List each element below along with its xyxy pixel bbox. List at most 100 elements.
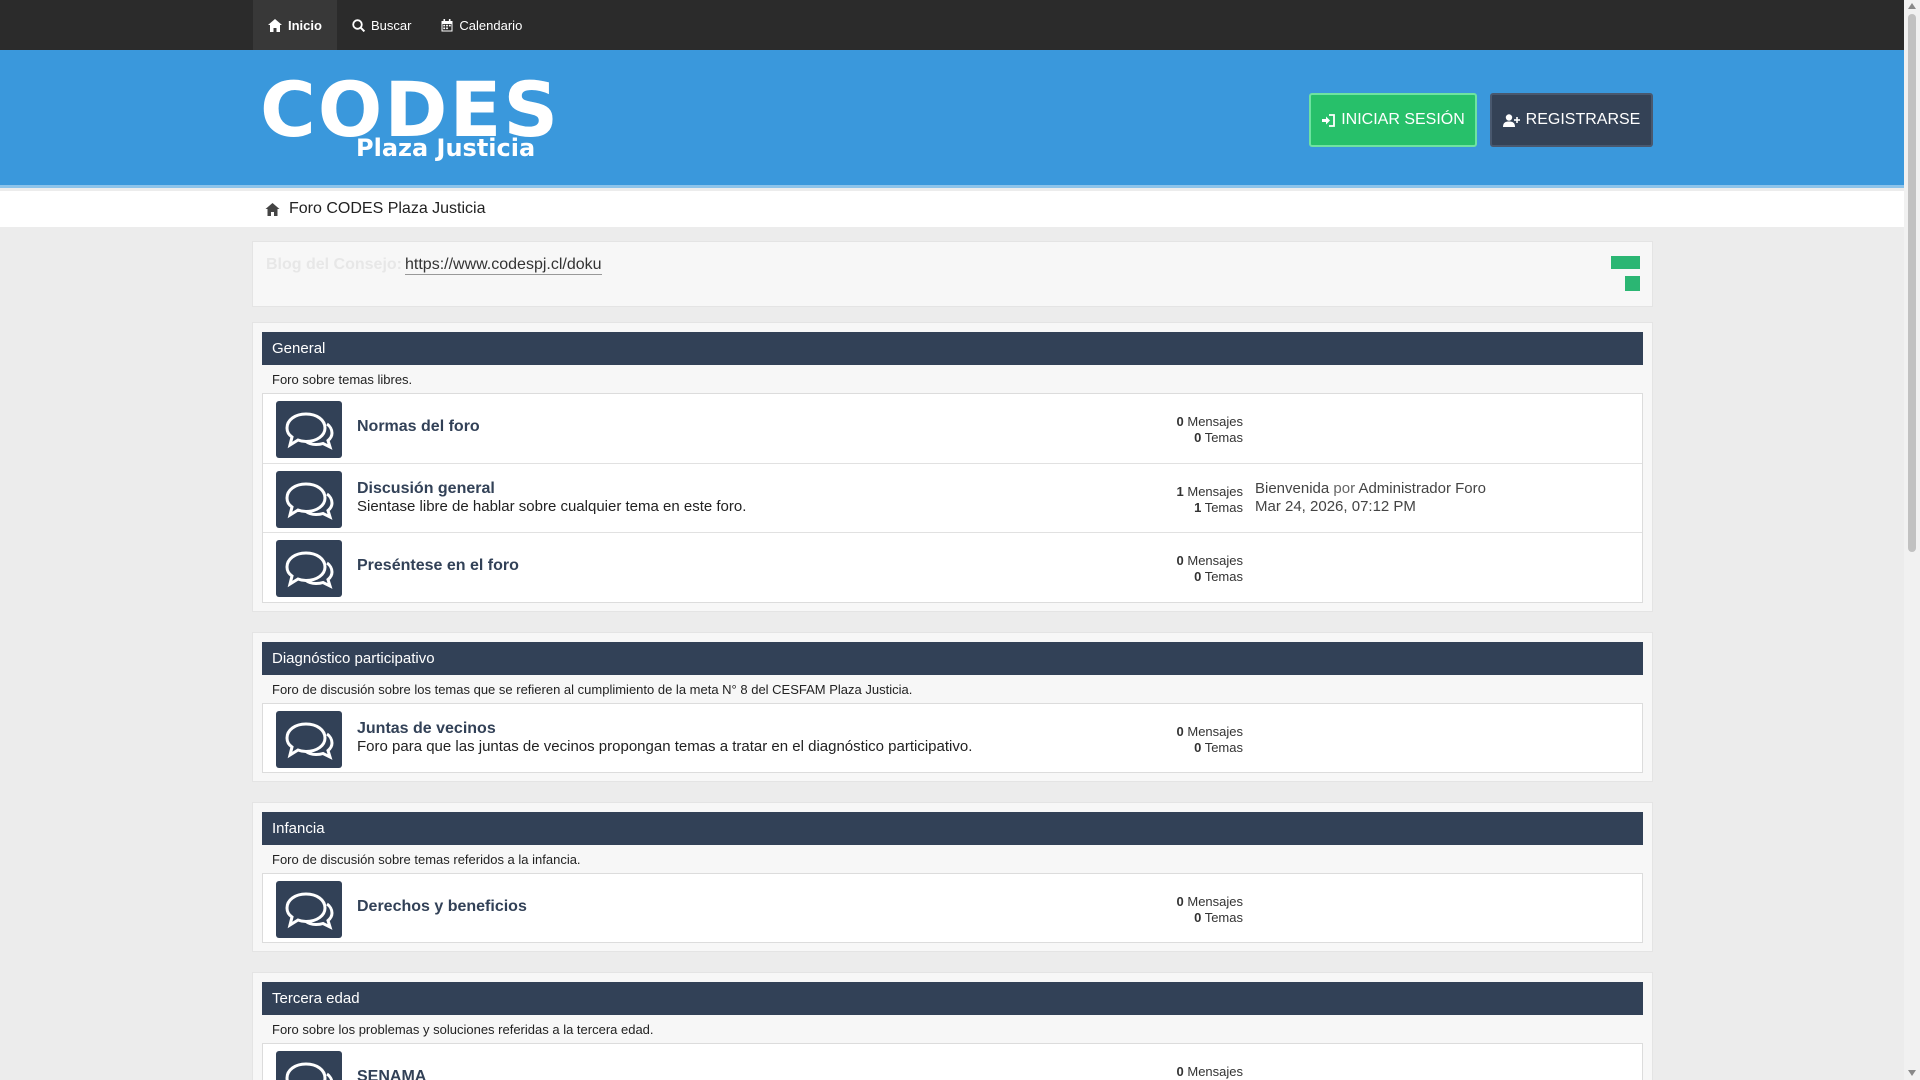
scroll-up-arrow-icon[interactable] — [1908, 3, 1916, 9]
posts-label: Mensajes — [1187, 414, 1243, 429]
category-infancia: Infancia Foro de discusión sobre temas r… — [252, 802, 1653, 952]
forum-stats: 1 Mensajes 1 Temas — [943, 484, 1244, 516]
site-header: CODES Plaza Justicia INICIAR SESIÓN REGI… — [0, 50, 1904, 188]
register-button[interactable]: REGISTRARSE — [1490, 93, 1653, 147]
category-title[interactable]: Tercera edad — [262, 982, 1643, 1015]
nav-search-label: Buscar — [370, 17, 412, 33]
breadcrumb[interactable]: Foro CODES Plaza Justicia — [265, 191, 486, 227]
forum-row: Preséntese en el foro 0 Mensajes 0 Temas — [263, 532, 1642, 601]
posts-count: 0 — [1176, 553, 1184, 568]
topics-label: Temas — [1204, 500, 1243, 515]
forum-title[interactable]: Juntas de vecinos — [357, 720, 496, 738]
forum-title[interactable]: Derechos y beneficios — [357, 898, 527, 916]
last-post: Bienvenida por Administrador Foro Mar 24… — [1255, 480, 1486, 516]
forum-row: Derechos y beneficios 0 Mensajes 0 Temas — [263, 874, 1642, 943]
posts-count: 0 — [1176, 1064, 1184, 1079]
sign-in-icon — [1322, 113, 1336, 127]
site-logo[interactable]: CODES Plaza Justicia — [260, 72, 560, 163]
breadcrumb-bar: Foro CODES Plaza Justicia — [0, 191, 1904, 227]
forum-title[interactable]: Discusión general — [357, 480, 495, 498]
topics-count: 1 — [1194, 500, 1202, 515]
comments-icon[interactable] — [276, 540, 342, 597]
forum-stats: 0 Mensajes 0 Temas — [943, 724, 1244, 756]
forum-description: Sientase libre de hablar sobre cualquier… — [357, 498, 747, 515]
notice-decoration-square — [1625, 276, 1640, 291]
posts-count: 0 — [1176, 894, 1184, 909]
category-tercera-edad: Tercera edad Foro sobre los problemas y … — [252, 972, 1653, 1080]
posts-label: Mensajes — [1187, 484, 1243, 499]
nav-calendar[interactable]: Calendario — [426, 0, 537, 50]
forum-stats: 0 Mensajes 0 Temas — [943, 414, 1244, 446]
comments-icon[interactable] — [276, 471, 342, 528]
posts-label: Mensajes — [1187, 553, 1243, 568]
category-description: Foro sobre temas libres. — [272, 371, 413, 387]
login-button[interactable]: INICIAR SESIÓN — [1309, 93, 1477, 147]
notice-panel: Blog del Consejo: https://www.codespj.cl… — [252, 241, 1653, 307]
page-scrollbar[interactable] — [1904, 0, 1920, 1080]
category-diagnostico: Diagnóstico participativo Foro de discus… — [252, 632, 1653, 782]
login-label: INICIAR SESIÓN — [1341, 111, 1465, 128]
topics-count: 0 — [1194, 430, 1202, 445]
topics-label: Temas — [1204, 740, 1243, 755]
forum-title[interactable]: SENAMA — [357, 1068, 426, 1080]
category-description: Foro sobre los problemas y soluciones re… — [272, 1021, 654, 1037]
scroll-down-arrow-icon[interactable] — [1908, 1070, 1916, 1076]
posts-label: Mensajes — [1187, 1064, 1243, 1079]
comments-icon[interactable] — [276, 1051, 342, 1080]
notice-link[interactable]: https://www.codespj.cl/doku — [405, 256, 602, 275]
comments-icon[interactable] — [276, 711, 342, 768]
posts-label: Mensajes — [1187, 894, 1243, 909]
last-post-title[interactable]: Bienvenida — [1255, 480, 1329, 497]
forum-row: Normas del foro 0 Mensajes 0 Temas — [263, 394, 1642, 463]
topics-label: Temas — [1204, 430, 1243, 445]
nav-home-label: Inicio — [288, 17, 322, 33]
forum-row: Juntas de vecinos Foro para que las junt… — [263, 704, 1642, 773]
forum-list: Normas del foro 0 Mensajes 0 Temas Discu… — [262, 393, 1643, 603]
forum-list: SENAMA 0 Mensajes — [262, 1043, 1643, 1080]
scroll-thumb[interactable] — [1908, 14, 1916, 552]
posts-label: Mensajes — [1187, 724, 1243, 739]
category-description: Foro de discusión sobre los temas que se… — [272, 681, 913, 697]
last-post-author[interactable]: Administrador Foro — [1358, 480, 1486, 497]
top-navbar: Inicio Buscar Calendario — [0, 0, 1904, 50]
topics-count: 0 — [1194, 740, 1202, 755]
user-plus-icon — [1502, 113, 1520, 127]
posts-count: 1 — [1176, 484, 1184, 499]
breadcrumb-label: Foro CODES Plaza Justicia — [289, 200, 486, 217]
forum-stats: 0 Mensajes 0 Temas — [943, 553, 1244, 585]
last-post-by: por — [1333, 480, 1356, 497]
posts-count: 0 — [1176, 414, 1184, 429]
topics-count: 0 — [1194, 569, 1202, 584]
category-description: Foro de discusión sobre temas referidos … — [272, 851, 581, 867]
notice-label: Blog del Consejo: — [266, 256, 402, 273]
forum-list: Derechos y beneficios 0 Mensajes 0 Temas — [262, 873, 1643, 943]
forum-stats: 0 Mensajes — [943, 1064, 1244, 1080]
forum-list: Juntas de vecinos Foro para que las junt… — [262, 703, 1643, 773]
forum-row: SENAMA 0 Mensajes — [263, 1044, 1642, 1080]
topics-label: Temas — [1204, 910, 1243, 925]
nav-search[interactable]: Buscar — [337, 0, 426, 50]
topics-label: Temas — [1204, 569, 1243, 584]
notice-decoration-bar — [1611, 256, 1640, 269]
nav-home[interactable]: Inicio — [253, 0, 337, 50]
comments-icon[interactable] — [276, 401, 342, 458]
comments-icon[interactable] — [276, 881, 342, 938]
last-post-date: Mar 24, 2026, 07:12 PM — [1255, 498, 1416, 515]
search-icon — [352, 18, 365, 32]
home-icon — [268, 18, 282, 32]
forum-row: Discusión general Sientase libre de habl… — [263, 463, 1642, 532]
forum-stats: 0 Mensajes 0 Temas — [943, 894, 1244, 926]
register-label: REGISTRARSE — [1525, 111, 1641, 128]
calendar-icon — [441, 18, 453, 31]
category-title[interactable]: General — [262, 332, 1643, 365]
category-title[interactable]: Diagnóstico participativo — [262, 642, 1643, 675]
topics-count: 0 — [1194, 910, 1202, 925]
forum-title[interactable]: Preséntese en el foro — [357, 557, 519, 575]
forum-description: Foro para que las juntas de vecinos prop… — [357, 738, 973, 755]
category-title[interactable]: Infancia — [262, 812, 1643, 845]
home-icon — [265, 202, 280, 216]
posts-count: 0 — [1176, 724, 1184, 739]
nav-calendar-label: Calendario — [459, 17, 523, 33]
logo-sub-text: Plaza Justicia — [356, 134, 536, 162]
forum-title[interactable]: Normas del foro — [357, 418, 480, 436]
